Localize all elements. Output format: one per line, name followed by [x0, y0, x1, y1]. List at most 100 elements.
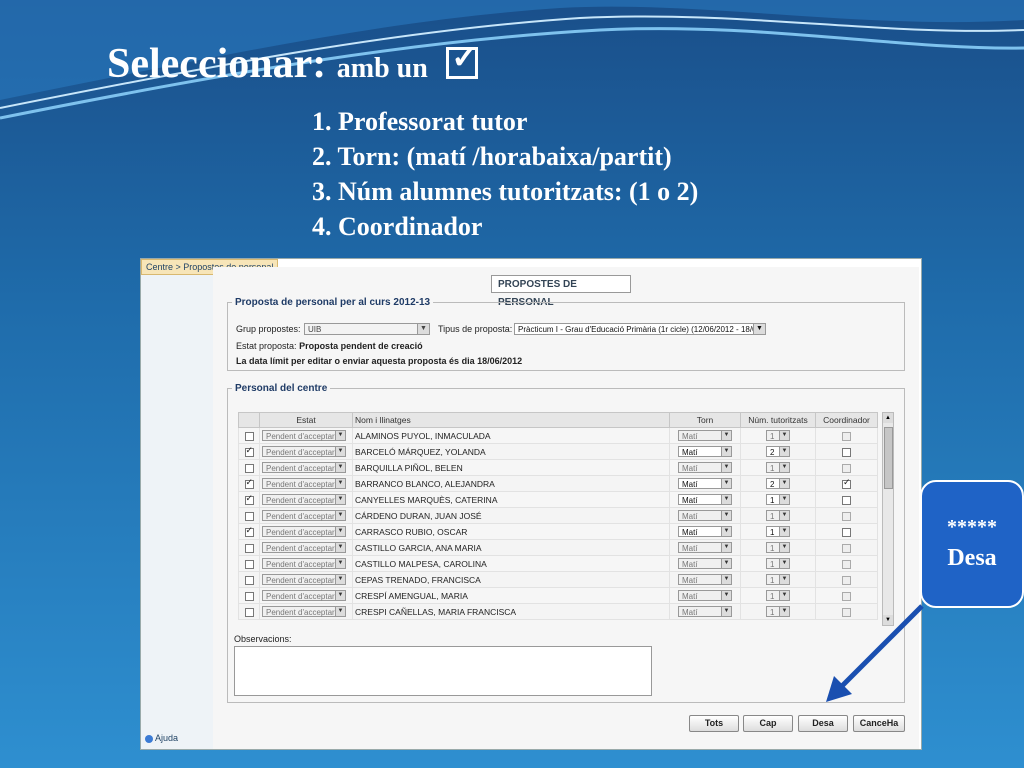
- num-tutoritzats-select[interactable]: 1 ▼: [766, 606, 790, 618]
- table-row[interactable]: Pendent d'acceptar▼BARCELÓ MÁRQUEZ, YOLA…: [238, 443, 878, 460]
- coordinador-checkbox[interactable]: [842, 511, 851, 521]
- table-row[interactable]: Pendent d'acceptar ▼ ALAMINOS PUYOL, INMAC…: [238, 427, 878, 444]
- row-select-checkbox[interactable]: [244, 575, 254, 585]
- table-row[interactable]: Pendent d'acceptar ▼ CASTILLO MALPESA, CAR…: [238, 555, 878, 572]
- col-header[interactable]: Estat: [259, 412, 353, 428]
- row-select-checkbox[interactable]: [244, 525, 254, 537]
- scroll-thumb[interactable]: [884, 427, 893, 489]
- estat-select[interactable]: Pendent d'acceptar ▼: [262, 462, 346, 474]
- num-tutoritzats-select[interactable]: 1 ▼: [766, 462, 790, 474]
- torn-select[interactable]: Matí ▼: [678, 590, 732, 602]
- coordinador-checkbox[interactable]: [842, 447, 851, 457]
- chevron-down-icon: ▼: [779, 479, 789, 489]
- torn-select[interactable]: Matí ▼: [678, 542, 732, 554]
- coordinador-checkbox[interactable]: [842, 477, 851, 489]
- estat-select[interactable]: Pendent d'acceptar ▼: [262, 510, 346, 522]
- torn-select[interactable]: Matí ▼: [678, 510, 732, 522]
- coordinador-checkbox[interactable]: [842, 463, 851, 473]
- col-header[interactable]: Núm. tutoritzats: [740, 412, 816, 428]
- scroll-up-icon[interactable]: ▲: [883, 413, 893, 423]
- table-row[interactable]: Pendent d'acceptar ▼ CÁRDENO DURAN, JUAN J…: [238, 507, 878, 524]
- observacions-textarea[interactable]: [234, 646, 652, 696]
- torn-select[interactable]: Matí ▼: [678, 606, 732, 618]
- num-tutoritzats-select[interactable]: 1 ▼: [766, 494, 790, 506]
- col-header[interactable]: Nom i llinatges: [352, 412, 670, 428]
- row-select-checkbox[interactable]: [244, 607, 254, 617]
- scroll-down-icon[interactable]: ▼: [883, 615, 893, 625]
- table-row[interactable]: Pendent d'acceptar ▼ CRESPÍ AMENGUAL, MARI…: [238, 587, 878, 604]
- table-row[interactable]: Pendent d'acceptar▼BARRANCO BLANCO, ALEJ…: [238, 475, 878, 492]
- grup-select[interactable]: UIB ▼: [304, 323, 430, 335]
- estat-select[interactable]: Pendent d'acceptar ▼: [262, 542, 346, 554]
- coordinador-checkbox[interactable]: [842, 607, 851, 617]
- tipus-select[interactable]: Pràcticum I - Grau d'Educació Primària (…: [514, 323, 766, 335]
- cancela-button[interactable]: CanceHa: [853, 715, 905, 732]
- num-cell: 1: [770, 432, 775, 442]
- coordinador-checkbox[interactable]: [842, 591, 851, 601]
- row-select-checkbox[interactable]: [244, 511, 254, 521]
- row-select-checkbox[interactable]: [244, 445, 254, 457]
- num-tutoritzats-select[interactable]: 1 ▼: [766, 542, 790, 554]
- table-row[interactable]: Pendent d'acceptar ▼ CASTILLO GARCIA, ANA …: [238, 539, 878, 556]
- tots-button[interactable]: Tots: [689, 715, 739, 732]
- desa-button[interactable]: Desa: [798, 715, 848, 732]
- coordinador-checkbox[interactable]: [842, 527, 851, 537]
- table-row[interactable]: Pendent d'acceptar▼CANYELLES MARQUÈS, CA…: [238, 491, 878, 508]
- chevron-down-icon: ▼: [779, 543, 789, 553]
- num-tutoritzats-select[interactable]: 1 ▼: [766, 558, 790, 570]
- table-row[interactable]: Pendent d'acceptar ▼ BARQUILLA PIÑOL, BELE…: [238, 459, 878, 476]
- estat-select[interactable]: Pendent d'acceptar ▼: [262, 526, 346, 538]
- num-tutoritzats-select[interactable]: 1 ▼: [766, 430, 790, 442]
- step-item: 3. Núm alumnes tutoritzats: (1 o 2): [312, 177, 699, 206]
- estat-select[interactable]: Pendent d'acceptar ▼: [262, 606, 346, 618]
- staff-table-body: Pendent d'acceptar ▼ ALAMINOS PUYOL, INMAC…: [238, 427, 878, 620]
- estat-cell: Pendent d'acceptar: [266, 560, 335, 570]
- coordinador-checkbox[interactable]: [842, 495, 851, 505]
- col-header[interactable]: Coordinador: [815, 412, 878, 428]
- row-select-checkbox[interactable]: [244, 463, 254, 473]
- torn-select[interactable]: Matí ▼: [678, 574, 732, 586]
- table-row[interactable]: Pendent d'acceptar ▼ CRESPI CAÑELLAS, MARI…: [238, 603, 878, 620]
- table-row[interactable]: Pendent d'acceptar▼ CARRASCO RUBIO, OSCAR…: [238, 523, 878, 540]
- torn-select[interactable]: Matí ▼: [678, 430, 732, 442]
- num-tutoritzats-select[interactable]: 1 ▼: [766, 590, 790, 602]
- estat-select[interactable]: Pendent d'acceptar ▼: [262, 494, 346, 506]
- estat-select[interactable]: Pendent d'acceptar ▼: [262, 590, 346, 602]
- coordinador-checkbox[interactable]: [842, 543, 851, 553]
- coordinador-checkbox[interactable]: [842, 431, 851, 441]
- num-tutoritzats-select[interactable]: 2 ▼: [766, 478, 790, 490]
- row-select-checkbox[interactable]: [244, 493, 254, 505]
- estat-select[interactable]: Pendent d'acceptar ▼: [262, 446, 346, 458]
- num-tutoritzats-select[interactable]: 1 ▼: [766, 574, 790, 586]
- help-label: Ajuda: [155, 733, 179, 743]
- estat-select[interactable]: Pendent d'acceptar ▼: [262, 574, 346, 586]
- estat-select[interactable]: Pendent d'acceptar ▼: [262, 558, 346, 570]
- help-link[interactable]: Ajuda: [145, 733, 178, 743]
- torn-select[interactable]: Matí ▼: [678, 526, 732, 538]
- chevron-down-icon: ▼: [779, 511, 789, 521]
- row-select-checkbox[interactable]: [244, 477, 254, 489]
- row-select-checkbox[interactable]: [244, 543, 254, 553]
- table-row[interactable]: Pendent d'acceptar ▼ CEPAS TRENADO, FRANCI…: [238, 571, 878, 588]
- torn-select[interactable]: Matí ▼: [678, 462, 732, 474]
- row-select-checkbox[interactable]: [244, 559, 254, 569]
- row-select-checkbox[interactable]: [244, 431, 254, 441]
- torn-select[interactable]: Matí ▼: [678, 558, 732, 570]
- num-tutoritzats-select[interactable]: 2 ▼: [766, 446, 790, 458]
- torn-select[interactable]: Matí ▼: [678, 478, 732, 490]
- chevron-down-icon: ▼: [335, 527, 345, 537]
- coordinador-checkbox[interactable]: [842, 575, 851, 585]
- coordinador-checkbox[interactable]: [842, 559, 851, 569]
- torn-select[interactable]: Matí ▼: [678, 494, 732, 506]
- estat-select[interactable]: Pendent d'acceptar ▼: [262, 430, 346, 442]
- torn-select[interactable]: Matí ▼: [678, 446, 732, 458]
- num-tutoritzats-select[interactable]: 1 ▼: [766, 526, 790, 538]
- callout-label: Desa: [947, 545, 997, 571]
- cap-button[interactable]: Cap: [743, 715, 793, 732]
- num-tutoritzats-select[interactable]: 1 ▼: [766, 510, 790, 522]
- row-select-checkbox[interactable]: [244, 591, 254, 601]
- col-header[interactable]: Torn: [669, 412, 741, 428]
- nom-cell: CARRASCO RUBIO, OSCAR: [352, 523, 670, 540]
- estat-select[interactable]: Pendent d'acceptar ▼: [262, 478, 346, 490]
- table-scrollbar[interactable]: ▲ ▼: [882, 412, 894, 626]
